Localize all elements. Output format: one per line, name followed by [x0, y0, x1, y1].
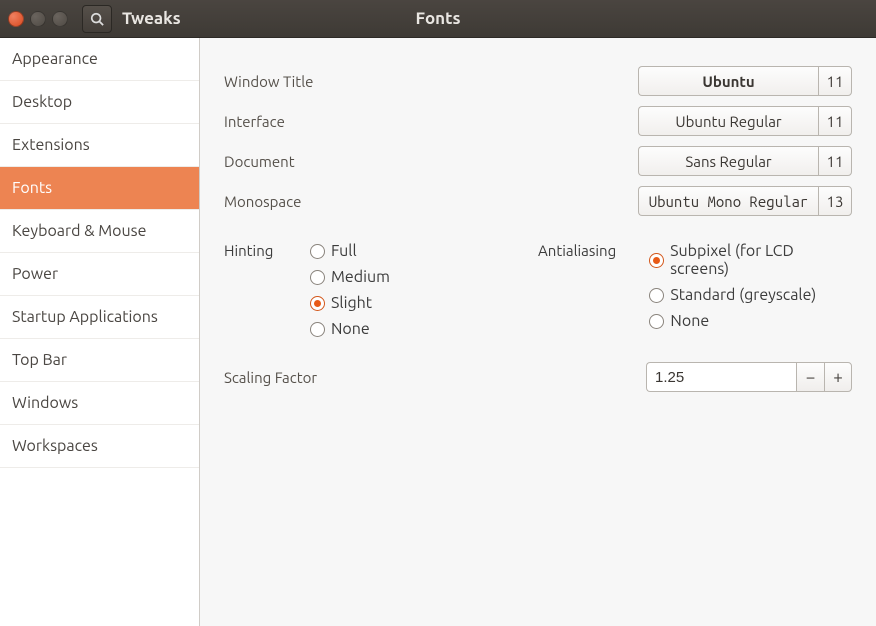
scaling-decrement-button[interactable]: − [796, 362, 824, 392]
row-window-title: Window Title Ubuntu 11 [224, 66, 852, 96]
sidebar-item-top-bar[interactable]: Top Bar [0, 339, 199, 382]
font-size: 13 [818, 186, 852, 216]
sidebar-item-power[interactable]: Power [0, 253, 199, 296]
radio-columns: Hinting Full Medium Slight None Antialia… [224, 242, 852, 346]
radio-label: Full [331, 242, 357, 260]
sidebar-item-label: Power [12, 265, 58, 283]
label-document: Document [224, 153, 374, 170]
sidebar-item-label: Startup Applications [12, 308, 158, 326]
content: Window Title Ubuntu 11 Interface Ubuntu … [200, 38, 876, 626]
sidebar-item-label: Extensions [12, 136, 90, 154]
antialiasing-options: Subpixel (for LCD screens) Standard (gre… [649, 242, 852, 338]
hinting-medium[interactable]: Medium [310, 268, 390, 286]
hinting-slight[interactable]: Slight [310, 294, 390, 312]
hinting-options: Full Medium Slight None [310, 242, 390, 346]
sidebar-item-label: Top Bar [12, 351, 67, 369]
label-monospace: Monospace [224, 193, 374, 210]
label-interface: Interface [224, 113, 374, 130]
sidebar-item-label: Workspaces [12, 437, 98, 455]
font-name: Ubuntu Regular [638, 106, 818, 136]
radio-icon [649, 314, 664, 329]
row-monospace: Monospace Ubuntu Mono Regular 13 [224, 186, 852, 216]
sidebar: Appearance Desktop Extensions Fonts Keyb… [0, 38, 200, 626]
label-window-title: Window Title [224, 73, 374, 90]
font-name: Sans Regular [638, 146, 818, 176]
label-scaling-factor: Scaling Factor [224, 369, 374, 386]
radio-label: None [670, 312, 709, 330]
titlebar: Tweaks Fonts [0, 0, 876, 38]
sidebar-item-label: Appearance [12, 50, 98, 68]
scaling-input[interactable] [646, 362, 796, 392]
scaling-increment-button[interactable]: + [824, 362, 852, 392]
antialiasing-standard[interactable]: Standard (greyscale) [649, 286, 852, 304]
radio-label: Medium [331, 268, 390, 286]
sidebar-item-label: Windows [12, 394, 78, 412]
sidebar-item-fonts[interactable]: Fonts [0, 167, 199, 210]
search-button[interactable] [82, 5, 112, 33]
hinting-full[interactable]: Full [310, 242, 390, 260]
sidebar-item-windows[interactable]: Windows [0, 382, 199, 425]
font-size: 11 [818, 106, 852, 136]
radio-label: None [331, 320, 370, 338]
font-button-interface[interactable]: Ubuntu Regular 11 [638, 106, 852, 136]
body: Appearance Desktop Extensions Fonts Keyb… [0, 38, 876, 626]
hinting-none[interactable]: None [310, 320, 390, 338]
sidebar-item-startup-applications[interactable]: Startup Applications [0, 296, 199, 339]
minimize-icon[interactable] [30, 11, 46, 27]
antialiasing-subpixel[interactable]: Subpixel (for LCD screens) [649, 242, 852, 278]
sidebar-item-workspaces[interactable]: Workspaces [0, 425, 199, 468]
font-button-window-title[interactable]: Ubuntu 11 [638, 66, 852, 96]
close-icon[interactable] [8, 11, 24, 27]
sidebar-item-label: Desktop [12, 93, 72, 111]
window-controls [0, 11, 76, 27]
radio-icon [310, 270, 325, 285]
radio-icon [649, 253, 664, 268]
font-button-document[interactable]: Sans Regular 11 [638, 146, 852, 176]
font-size: 11 [818, 66, 852, 96]
font-size: 11 [818, 146, 852, 176]
antialiasing-none[interactable]: None [649, 312, 852, 330]
label-hinting: Hinting [224, 242, 310, 346]
font-button-monospace[interactable]: Ubuntu Mono Regular 13 [638, 186, 852, 216]
sidebar-item-keyboard-mouse[interactable]: Keyboard & Mouse [0, 210, 199, 253]
row-interface: Interface Ubuntu Regular 11 [224, 106, 852, 136]
label-antialiasing: Antialiasing [538, 242, 649, 338]
maximize-icon[interactable] [52, 11, 68, 27]
radio-icon [310, 322, 325, 337]
sidebar-item-label: Keyboard & Mouse [12, 222, 146, 240]
radio-icon [649, 288, 664, 303]
row-scaling-factor: Scaling Factor − + [224, 362, 852, 392]
app-title: Tweaks [122, 9, 181, 28]
row-document: Document Sans Regular 11 [224, 146, 852, 176]
sidebar-item-desktop[interactable]: Desktop [0, 81, 199, 124]
radio-label: Slight [331, 294, 372, 312]
radio-icon [310, 244, 325, 259]
radio-icon [310, 296, 325, 311]
sidebar-item-extensions[interactable]: Extensions [0, 124, 199, 167]
sidebar-item-appearance[interactable]: Appearance [0, 38, 199, 81]
page-title: Fonts [416, 9, 461, 28]
window: Tweaks Fonts Appearance Desktop Extensio… [0, 0, 876, 626]
search-icon [90, 12, 104, 26]
scaling-spinner: − + [646, 362, 852, 392]
font-name: Ubuntu [638, 66, 818, 96]
sidebar-item-label: Fonts [12, 179, 52, 197]
radio-label: Subpixel (for LCD screens) [670, 242, 852, 278]
radio-label: Standard (greyscale) [670, 286, 816, 304]
font-name: Ubuntu Mono Regular [638, 186, 818, 216]
